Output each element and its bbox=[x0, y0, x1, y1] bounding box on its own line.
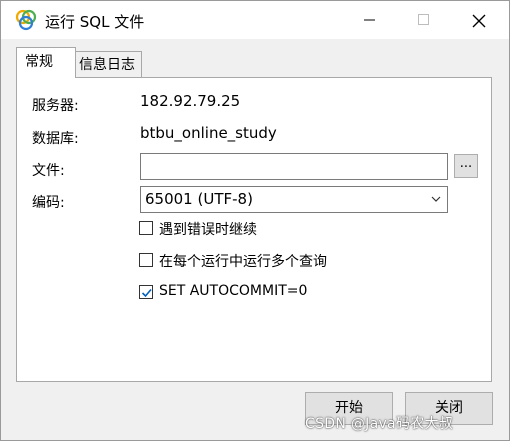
option-label: SET AUTOCOMMIT=0 bbox=[159, 283, 308, 299]
watermark: CSDN @Java码农大叔 bbox=[305, 416, 454, 432]
checkbox-multiple-queries[interactable] bbox=[139, 253, 153, 267]
checkmark-icon bbox=[141, 288, 152, 298]
window-title: 运行 SQL 文件 bbox=[45, 13, 145, 31]
close-icon bbox=[472, 14, 486, 28]
database-value: btbu_online_study bbox=[140, 124, 277, 142]
file-label: 文件: bbox=[32, 163, 65, 179]
encoding-select[interactable]: 65001 (UTF-8) bbox=[140, 186, 448, 213]
general-panel: 服务器: 182.92.79.25 数据库: btbu_online_study… bbox=[16, 77, 492, 382]
tab-info-log[interactable]: 信息日志 bbox=[76, 51, 142, 78]
run-sql-file-dialog: 运行 SQL 文件 常规 信息日志 服务器: 182.92.79.25 数据库:… bbox=[0, 0, 510, 441]
database-label: 数据库: bbox=[32, 131, 79, 147]
encoding-selected-value: 65001 (UTF-8) bbox=[145, 190, 253, 208]
checkbox-continue-on-error[interactable] bbox=[139, 221, 153, 235]
minimize-button[interactable] bbox=[347, 1, 393, 39]
maximize-icon bbox=[418, 14, 429, 25]
maximize-button[interactable] bbox=[401, 1, 447, 39]
browse-button[interactable]: ... bbox=[454, 154, 478, 178]
title-bar[interactable]: 运行 SQL 文件 bbox=[1, 1, 509, 39]
app-icon bbox=[15, 9, 37, 31]
server-value: 182.92.79.25 bbox=[140, 92, 241, 110]
server-label: 服务器: bbox=[32, 98, 79, 114]
chevron-down-icon bbox=[431, 196, 441, 202]
encoding-label: 编码: bbox=[32, 195, 65, 211]
tab-general[interactable]: 常规 bbox=[16, 47, 76, 78]
minimize-icon bbox=[364, 19, 375, 21]
checkbox-set-autocommit[interactable] bbox=[139, 285, 153, 299]
option-label: 遇到错误时继续 bbox=[159, 222, 257, 238]
close-window-button[interactable] bbox=[455, 1, 501, 39]
file-path-input[interactable] bbox=[140, 153, 448, 180]
option-label: 在每个运行中运行多个查询 bbox=[159, 254, 327, 270]
